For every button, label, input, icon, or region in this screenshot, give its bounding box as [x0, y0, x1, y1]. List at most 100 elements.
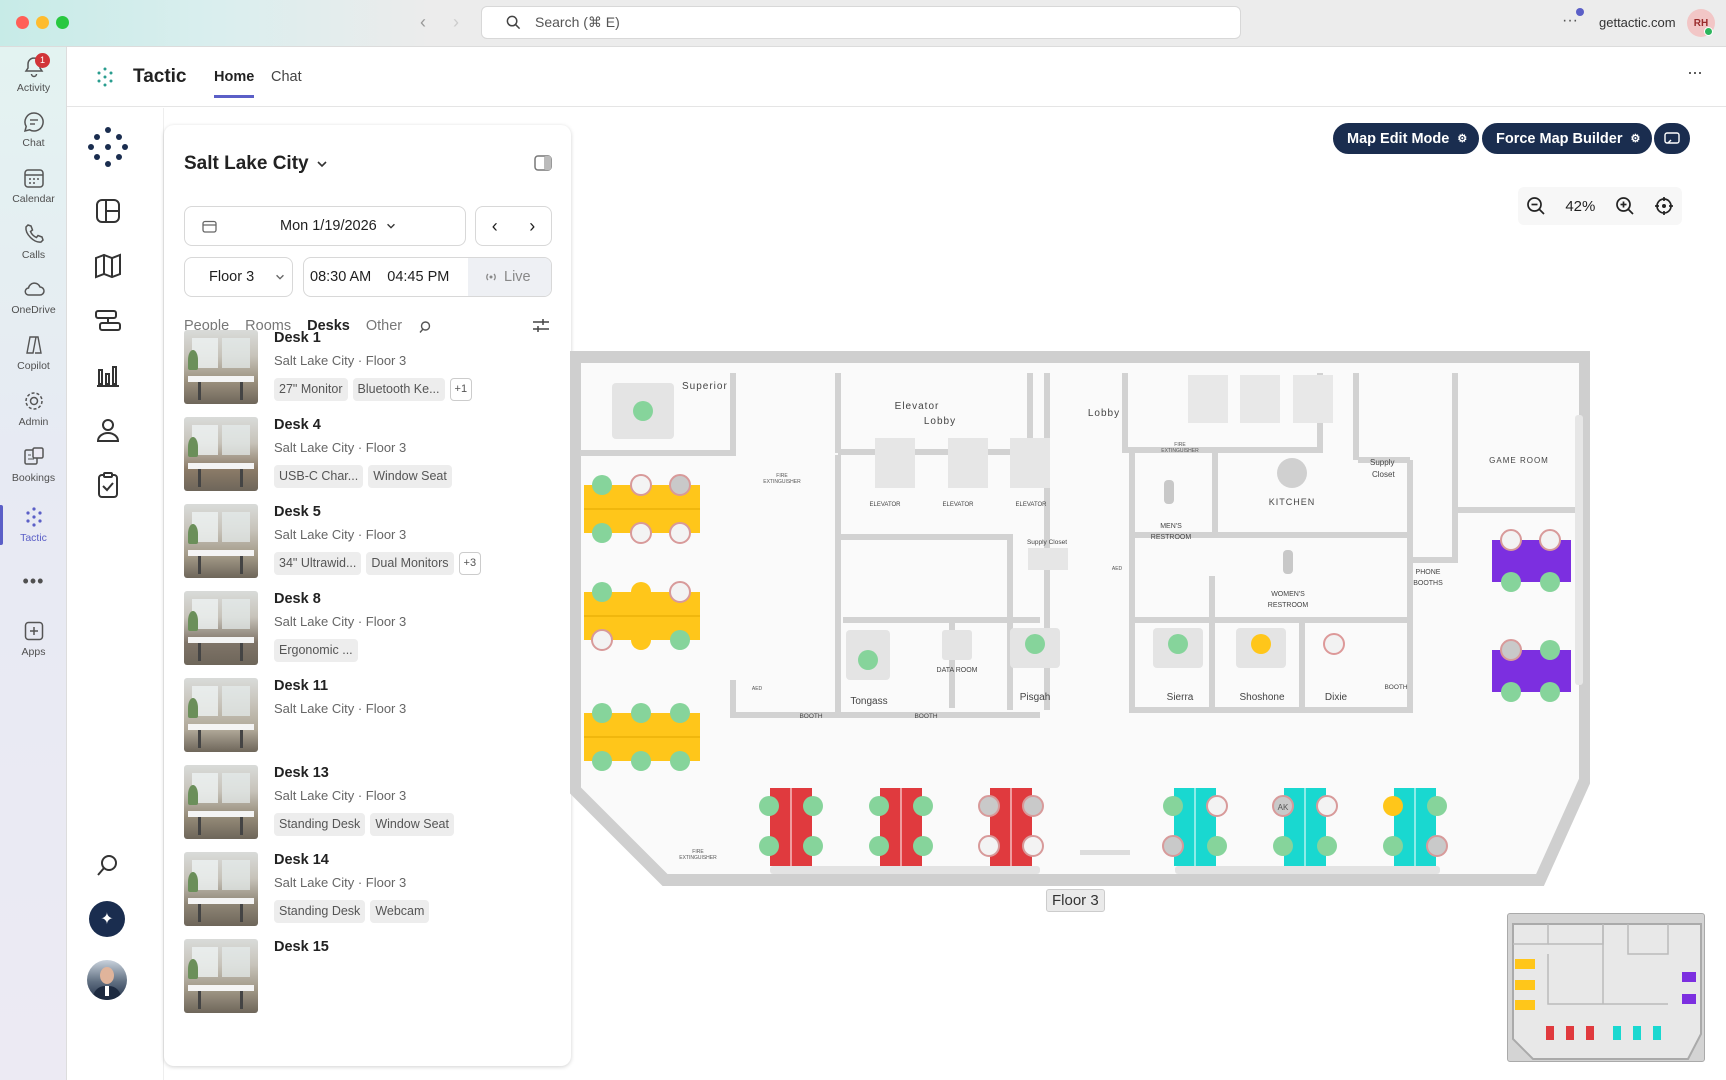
desk-seat[interactable]: [1427, 796, 1447, 816]
minimize-window-button[interactable]: [36, 16, 49, 29]
desk-seat[interactable]: [1207, 836, 1227, 856]
rail-item-tactic[interactable]: Tactic: [0, 505, 67, 545]
minimap[interactable]: [1507, 913, 1705, 1062]
search-icon[interactable]: [93, 850, 123, 880]
more-apps-icon[interactable]: •••: [0, 571, 67, 592]
analytics-icon[interactable]: [93, 360, 123, 390]
desk-seat[interactable]: [631, 630, 651, 650]
desk-seat[interactable]: [978, 835, 1000, 857]
desk-seat[interactable]: [1383, 796, 1403, 816]
user-avatar[interactable]: [87, 960, 127, 1000]
desk-seat[interactable]: [1540, 682, 1560, 702]
floor-plan-map[interactable]: Superior Elevator Lobby Lobby GAME ROOM …: [570, 350, 1590, 890]
desk-seat[interactable]: [1383, 836, 1403, 856]
desk-seat[interactable]: [1539, 529, 1561, 551]
desk-seat[interactable]: [1500, 529, 1522, 551]
rail-item-calendar[interactable]: Calendar: [0, 166, 67, 205]
close-window-button[interactable]: [16, 16, 29, 29]
zoom-in-icon[interactable]: [1615, 196, 1635, 216]
forward-arrow-icon[interactable]: ›: [453, 12, 459, 33]
location-selector[interactable]: Salt Lake City: [184, 153, 329, 175]
previous-day-button[interactable]: ‹: [492, 216, 498, 237]
desk-seat[interactable]: [1500, 639, 1522, 661]
desk-seat[interactable]: [630, 522, 652, 544]
tab-home[interactable]: Home: [214, 69, 255, 98]
rail-item-admin[interactable]: Admin: [0, 389, 67, 428]
more-amenities-badge[interactable]: +3: [458, 552, 482, 575]
desk-seat[interactable]: [803, 796, 823, 816]
schedule-icon[interactable]: [93, 306, 123, 336]
rail-item-bookings[interactable]: Bookings: [0, 445, 67, 484]
tactic-brand-icon[interactable]: [87, 126, 129, 168]
global-search-input[interactable]: Search (⌘ E): [481, 6, 1241, 39]
zoom-out-icon[interactable]: [1526, 196, 1546, 216]
desk-seat[interactable]: [1206, 795, 1228, 817]
desk-seat[interactable]: [1501, 572, 1521, 592]
rail-item-onedrive[interactable]: OneDrive: [0, 277, 67, 316]
desk-seat[interactable]: [631, 703, 651, 723]
desk-seat[interactable]: [592, 475, 612, 495]
end-time-input[interactable]: 04:45 PM: [387, 269, 449, 285]
desk-list-item[interactable]: Desk 11 Salt Lake City · Floor 3: [184, 678, 554, 758]
desk-seat[interactable]: [1162, 835, 1184, 857]
live-toggle[interactable]: Live: [468, 258, 551, 296]
date-picker[interactable]: Mon 1/19/2026: [184, 206, 466, 246]
rail-item-copilot[interactable]: Copilot: [0, 333, 67, 372]
tab-chat[interactable]: Chat: [271, 69, 302, 85]
desk-seat[interactable]: [869, 796, 889, 816]
back-arrow-icon[interactable]: ‹: [420, 12, 426, 33]
desk-seat[interactable]: [670, 630, 690, 650]
desk-list-item[interactable]: Desk 1 Salt Lake City · Floor 3 27" Monito…: [184, 330, 554, 410]
floor-select[interactable]: Floor 3: [184, 257, 293, 297]
cast-screen-button[interactable]: [1654, 123, 1690, 154]
desk-seat[interactable]: [759, 836, 779, 856]
next-day-button[interactable]: ›: [529, 216, 535, 237]
rail-item-calls[interactable]: Calls: [0, 222, 67, 261]
rail-item-activity[interactable]: Activity 1: [0, 53, 67, 94]
desk-list-item[interactable]: Desk 8 Salt Lake City · Floor 3 Ergonomic …: [184, 591, 554, 671]
desk-seat[interactable]: [631, 751, 651, 771]
desk-seat[interactable]: [1426, 835, 1448, 857]
desk-seat[interactable]: [1163, 796, 1183, 816]
force-map-builder-button[interactable]: Force Map Builder ⚙: [1482, 123, 1653, 154]
desk-seat[interactable]: [759, 796, 779, 816]
more-options-icon[interactable]: ···: [1562, 12, 1578, 30]
ai-assistant-button[interactable]: ✦: [89, 901, 125, 937]
desk-list-item[interactable]: Desk 13 Salt Lake City · Floor 3 Standing …: [184, 765, 554, 845]
more-amenities-badge[interactable]: +1: [449, 378, 473, 401]
recenter-icon[interactable]: [1654, 196, 1674, 216]
desk-seat[interactable]: [869, 836, 889, 856]
collapse-panel-icon[interactable]: [534, 155, 552, 171]
desk-seat[interactable]: [913, 836, 933, 856]
desk-list-item[interactable]: Desk 5 Salt Lake City · Floor 3 34" Ultraw…: [184, 504, 554, 584]
desk-seat[interactable]: [1317, 836, 1337, 856]
header-more-icon[interactable]: ···: [1687, 62, 1703, 83]
desk-seat[interactable]: [592, 523, 612, 543]
desk-seat[interactable]: [913, 796, 933, 816]
desk-seat[interactable]: [1022, 835, 1044, 857]
desk-seat[interactable]: [1540, 572, 1560, 592]
person-icon[interactable]: [93, 415, 123, 445]
desk-list-item[interactable]: Desk 15: [184, 939, 554, 1019]
desk-seat[interactable]: [978, 795, 1000, 817]
desk-seat[interactable]: [591, 629, 613, 651]
desk-seat[interactable]: [592, 751, 612, 771]
checklist-icon[interactable]: [93, 470, 123, 500]
desk-seat[interactable]: [1501, 682, 1521, 702]
desk-seat[interactable]: [670, 751, 690, 771]
desk-list-item[interactable]: Desk 4 Salt Lake City · Floor 3 USB-C Char…: [184, 417, 554, 497]
map-edit-mode-button[interactable]: Map Edit Mode ⚙: [1333, 123, 1480, 154]
map-icon[interactable]: [93, 251, 123, 281]
layout-icon[interactable]: [93, 196, 123, 226]
desk-seat[interactable]: [803, 836, 823, 856]
desk-list-item[interactable]: Desk 14 Salt Lake City · Floor 3 Standing …: [184, 852, 554, 932]
desk-seat[interactable]: [669, 474, 691, 496]
desk-seat[interactable]: [669, 522, 691, 544]
desk-seat[interactable]: [1316, 795, 1338, 817]
desk-seat[interactable]: [631, 582, 651, 602]
desk-seat[interactable]: [592, 582, 612, 602]
desk-seat[interactable]: [1022, 795, 1044, 817]
rail-item-chat[interactable]: Chat: [0, 110, 67, 149]
desk-seat[interactable]: [669, 581, 691, 603]
desk-seat[interactable]: [1273, 836, 1293, 856]
